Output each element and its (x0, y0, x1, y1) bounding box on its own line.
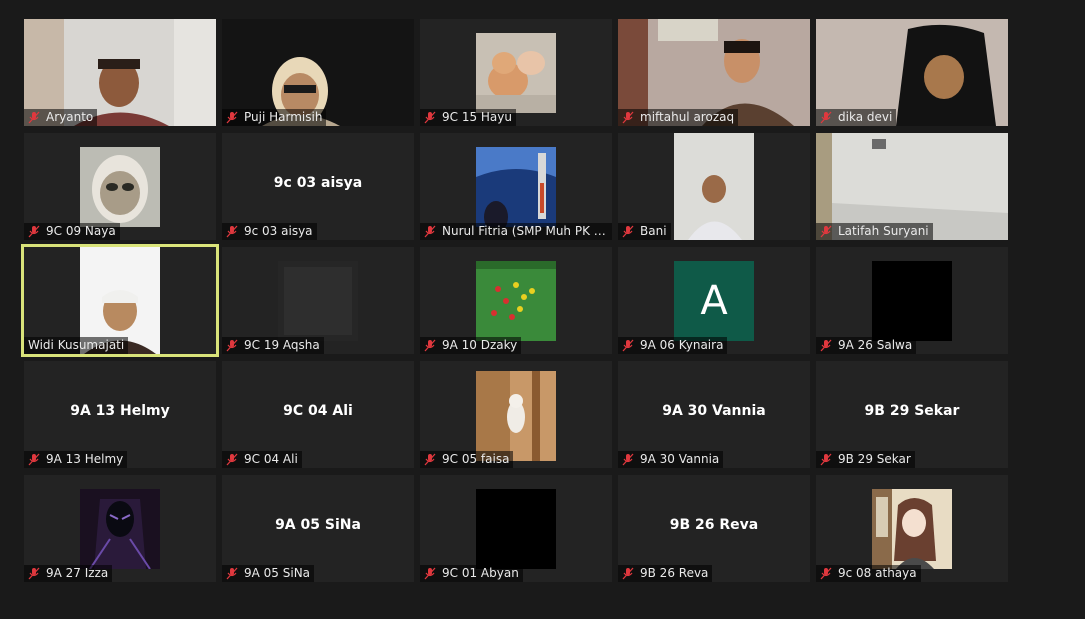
muted-microphone-icon (226, 111, 238, 124)
participant-display-name: 9A 13 Helmy (70, 403, 170, 419)
participant-picture (80, 147, 160, 227)
participant-name-label: 9C 04 Ali (222, 451, 302, 468)
participant-picture (278, 261, 358, 341)
participant-picture (476, 371, 556, 461)
participant-name-label: 9A 06 Kynaira (618, 337, 728, 354)
participant-name-label: 9B 29 Sekar (816, 451, 915, 468)
participant-display-name: 9A 30 Vannia (662, 403, 766, 419)
participant-tile[interactable]: Bani (618, 133, 810, 240)
muted-microphone-icon (424, 225, 436, 238)
participant-name-label: 9A 10 Dzaky (420, 337, 522, 354)
participant-name-label: Aryanto (24, 109, 98, 126)
participant-picture (476, 33, 556, 113)
participant-tile[interactable]: 9B 26 Reva 9B 26 Reva (618, 475, 810, 582)
participant-tile[interactable]: 9C 15 Hayu (420, 19, 612, 126)
participant-picture (872, 489, 952, 569)
muted-microphone-icon (622, 225, 634, 238)
muted-microphone-icon (226, 567, 238, 580)
participant-picture (476, 261, 556, 341)
muted-microphone-icon (424, 453, 436, 466)
muted-microphone-icon (28, 567, 40, 580)
participant-display-name: 9c 03 aisya (273, 175, 363, 191)
active-speaker-tile[interactable]: Widi Kusumajati (21, 244, 219, 357)
participant-display-name: 9B 29 Sekar (864, 403, 960, 419)
participant-name-label: 9A 27 Izza (24, 565, 113, 582)
participant-name-label: 9c 03 aisya (222, 223, 317, 240)
participant-tile[interactable]: 9A 13 Helmy 9A 13 Helmy (24, 361, 216, 468)
participant-tile[interactable]: 9c 03 aisya 9c 03 aisya (222, 133, 414, 240)
participant-name-label: 9C 15 Hayu (420, 109, 516, 126)
participant-tile[interactable]: 9C 04 Ali 9C 04 Ali (222, 361, 414, 468)
participant-tile[interactable]: 9A 30 Vannia 9A 30 Vannia (618, 361, 810, 468)
participant-tile[interactable]: miftahul arozaq (618, 19, 810, 126)
participant-picture (872, 261, 952, 341)
muted-microphone-icon (28, 111, 40, 124)
avatar: A (674, 261, 754, 341)
participant-name-label: 9B 26 Reva (618, 565, 713, 582)
muted-microphone-icon (424, 567, 436, 580)
participant-tile[interactable]: 9C 19 Aqsha (222, 247, 414, 354)
avatar-letter: A (700, 278, 728, 324)
participant-name-label: dika devi (816, 109, 897, 126)
participant-name-label: Bani (618, 223, 671, 240)
participant-name-label: 9C 09 Naya (24, 223, 120, 240)
participant-picture (476, 147, 556, 227)
participant-display-name: 9A 05 SiNa (275, 517, 361, 533)
muted-microphone-icon (820, 567, 832, 580)
participant-name-label: 9C 19 Aqsha (222, 337, 324, 354)
participant-tile[interactable]: 9A 27 Izza (24, 475, 216, 582)
muted-microphone-icon (226, 339, 238, 352)
participant-name-label: Puji Harmisih (222, 109, 327, 126)
participant-display-name: 9B 26 Reva (669, 517, 759, 533)
participant-tile[interactable]: A 9A 06 Kynaira (618, 247, 810, 354)
participant-name-label: Widi Kusumajati (24, 337, 129, 354)
participant-tile[interactable]: dika devi (816, 19, 1008, 126)
participant-tile[interactable]: 9C 01 Abyan (420, 475, 612, 582)
participant-tile[interactable]: Aryanto (24, 19, 216, 126)
muted-microphone-icon (622, 339, 634, 352)
muted-microphone-icon (226, 453, 238, 466)
muted-microphone-icon (622, 453, 634, 466)
participant-tile[interactable]: 9A 10 Dzaky (420, 247, 612, 354)
participant-tile[interactable]: 9B 29 Sekar 9B 29 Sekar (816, 361, 1008, 468)
muted-microphone-icon (28, 453, 40, 466)
muted-microphone-icon (424, 111, 436, 124)
muted-microphone-icon (820, 111, 832, 124)
participant-tile[interactable]: Puji Harmisih (222, 19, 414, 126)
participant-name-label: 9A 05 SiNa (222, 565, 315, 582)
muted-microphone-icon (226, 225, 238, 238)
participant-name-label: 9A 13 Helmy (24, 451, 128, 468)
muted-microphone-icon (820, 225, 832, 238)
muted-microphone-icon (820, 453, 832, 466)
participant-tile[interactable]: Latifah Suryani (816, 133, 1008, 240)
participant-tile[interactable]: 9c 08 athaya (816, 475, 1008, 582)
participant-name-label: 9C 05 faisa (420, 451, 514, 468)
participant-tile[interactable]: Nurul Fitria (SMP Muh PK s... (420, 133, 612, 240)
participant-name-label: 9A 26 Salwa (816, 337, 917, 354)
gallery-grid: Aryanto Puji Harmisih 9C 15 Hayu miftahu… (21, 19, 1008, 583)
muted-microphone-icon (622, 111, 634, 124)
muted-microphone-icon (622, 567, 634, 580)
participant-picture (80, 489, 160, 569)
muted-microphone-icon (28, 225, 40, 238)
participant-tile[interactable]: 9C 09 Naya (24, 133, 216, 240)
participant-tile[interactable]: 9A 26 Salwa (816, 247, 1008, 354)
muted-microphone-icon (820, 339, 832, 352)
muted-microphone-icon (424, 339, 436, 352)
participant-name-label: miftahul arozaq (618, 109, 739, 126)
participant-name-label: Latifah Suryani (816, 223, 933, 240)
participant-tile[interactable]: 9A 05 SiNa 9A 05 SiNa (222, 475, 414, 582)
participant-picture (476, 489, 556, 569)
participant-name-label: 9C 01 Abyan (420, 565, 523, 582)
participant-name-label: Nurul Fitria (SMP Muh PK s... (420, 223, 612, 240)
participant-tile[interactable]: 9C 05 faisa (420, 361, 612, 468)
participant-name-label: 9A 30 Vannia (618, 451, 724, 468)
participant-name-label: 9c 08 athaya (816, 565, 921, 582)
participant-display-name: 9C 04 Ali (283, 403, 353, 419)
